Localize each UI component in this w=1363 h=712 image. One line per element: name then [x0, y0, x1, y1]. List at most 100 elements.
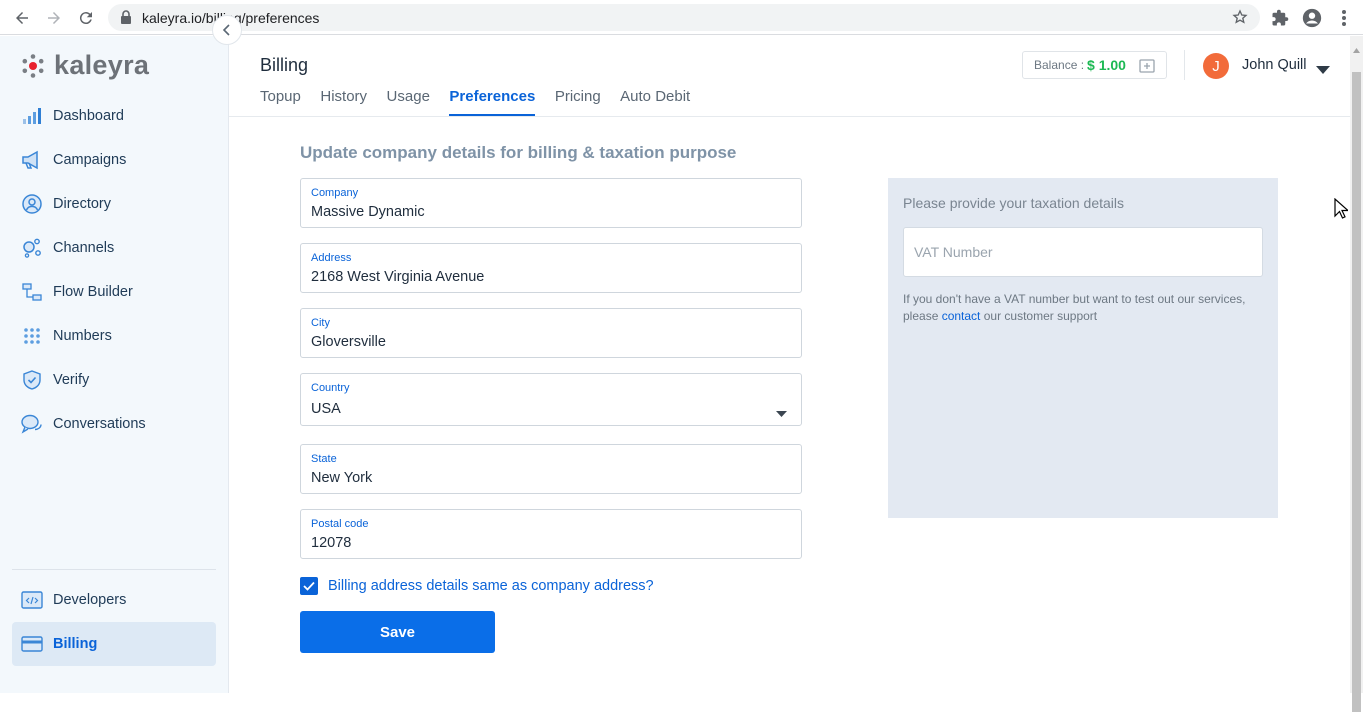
balance-widget[interactable]: Balance : $ 1.00 — [1022, 51, 1167, 79]
scroll-up-icon[interactable] — [1353, 40, 1360, 58]
address-label: Address — [311, 252, 352, 264]
sidebar: kaleyra Dashboard Campaigns Directory Ch… — [0, 36, 229, 693]
country-value[interactable]: USA — [311, 401, 341, 417]
sidebar-item-billing[interactable]: Billing — [12, 622, 216, 666]
billing-same-label[interactable]: Billing address details same as company … — [328, 578, 654, 594]
scrollbar-thumb[interactable] — [1352, 72, 1361, 712]
sidebar-nav: Dashboard Campaigns Directory Channels F… — [12, 94, 216, 446]
lock-icon[interactable] — [120, 10, 132, 29]
header-separator — [1184, 50, 1185, 80]
billing-same-row: Billing address details same as company … — [300, 577, 654, 595]
billing-tabs: Topup History Usage Preferences Pricing … — [260, 88, 710, 116]
tab-usage[interactable]: Usage — [387, 88, 430, 116]
sidebar-item-flow-builder[interactable]: Flow Builder — [12, 270, 216, 314]
tab-history[interactable]: History — [320, 88, 367, 116]
billing-same-checkbox[interactable] — [300, 577, 318, 595]
tab-auto-debit[interactable]: Auto Debit — [620, 88, 690, 116]
contact-link[interactable]: contact — [942, 309, 981, 323]
taxation-panel: Please provide your taxation details VAT… — [888, 178, 1278, 518]
kaleyra-logo-icon — [22, 53, 44, 78]
sidebar-item-conversations[interactable]: Conversations — [12, 402, 216, 446]
sidebar-item-label: Campaigns — [53, 152, 127, 168]
city-field[interactable]: City Gloversville — [300, 308, 802, 358]
sidebar-item-channels[interactable]: Channels — [12, 226, 216, 270]
address-value[interactable]: 2168 West Virginia Avenue — [311, 269, 484, 285]
star-icon[interactable] — [1232, 9, 1248, 30]
sidebar-item-label: Conversations — [53, 416, 146, 432]
section-title: Update company details for billing & tax… — [300, 143, 737, 162]
user-name[interactable]: John Quill — [1242, 57, 1306, 73]
chat-bubbles-icon — [21, 413, 43, 435]
company-field[interactable]: Company Massive Dynamic — [300, 178, 802, 228]
sidebar-item-label: Numbers — [53, 328, 112, 344]
tab-topup[interactable]: Topup — [260, 88, 301, 116]
collapse-sidebar-button[interactable] — [212, 15, 242, 45]
credit-card-icon — [21, 633, 43, 655]
chevron-left-icon — [222, 24, 230, 36]
header-divider — [229, 116, 1350, 117]
balance-label: Balance : — [1034, 58, 1085, 72]
sidebar-item-campaigns[interactable]: Campaigns — [12, 138, 216, 182]
sidebar-item-label: Directory — [53, 196, 112, 212]
sidebar-item-developers[interactable]: Developers — [12, 578, 216, 622]
flow-icon — [21, 281, 43, 303]
save-button[interactable]: Save — [300, 611, 495, 653]
page-scrollbar[interactable] — [1350, 36, 1363, 712]
sidebar-item-dashboard[interactable]: Dashboard — [12, 94, 216, 138]
sidebar-bottom-nav: Developers Billing — [12, 578, 216, 666]
logo-text: kaleyra — [54, 50, 150, 80]
country-select[interactable]: Country USA — [300, 373, 802, 426]
city-value[interactable]: Gloversville — [311, 334, 386, 350]
page-title: Billing — [260, 55, 309, 75]
mouse-cursor-icon — [1334, 197, 1350, 225]
forward-icon[interactable] — [42, 6, 66, 30]
extensions-icon[interactable] — [1269, 7, 1291, 29]
state-label: State — [311, 453, 337, 465]
company-label: Company — [311, 187, 359, 199]
sidebar-item-label: Billing — [53, 636, 98, 652]
city-label: City — [311, 317, 330, 329]
sidebar-item-label: Developers — [53, 592, 127, 608]
postal-code-label: Postal code — [311, 518, 369, 530]
tab-pricing[interactable]: Pricing — [555, 88, 601, 116]
country-label: Country — [311, 382, 350, 394]
avatar[interactable]: J — [1203, 53, 1229, 79]
dialpad-icon — [21, 325, 43, 347]
browser-toolbar: kaleyra.io/billing/preferences — [0, 0, 1363, 35]
company-value[interactable]: Massive Dynamic — [311, 204, 425, 220]
reload-icon[interactable] — [74, 6, 98, 30]
shield-check-icon — [21, 369, 43, 391]
sidebar-divider — [12, 569, 216, 570]
postal-code-value[interactable]: 12078 — [311, 535, 351, 551]
address-bar[interactable]: kaleyra.io/billing/preferences — [108, 4, 1260, 31]
chevron-down-icon[interactable] — [1316, 61, 1330, 79]
sidebar-item-label: Flow Builder — [53, 284, 133, 300]
balance-value: $ 1.00 — [1087, 57, 1126, 73]
bar-chart-icon — [21, 105, 43, 127]
back-icon[interactable] — [10, 6, 34, 30]
state-value[interactable]: New York — [311, 470, 372, 486]
address-field[interactable]: Address 2168 West Virginia Avenue — [300, 243, 802, 293]
sidebar-item-label: Verify — [53, 372, 90, 388]
sidebar-item-label: Channels — [53, 240, 115, 256]
profile-icon[interactable] — [1301, 7, 1323, 29]
taxation-note: If you don't have a VAT number but want … — [903, 291, 1263, 325]
megaphone-icon — [21, 149, 43, 171]
sidebar-item-directory[interactable]: Directory — [12, 182, 216, 226]
menu-icon[interactable] — [1333, 7, 1355, 29]
sidebar-item-numbers[interactable]: Numbers — [12, 314, 216, 358]
taxation-note-text-end: our customer support — [980, 309, 1098, 323]
tab-preferences[interactable]: Preferences — [449, 88, 536, 116]
kaleyra-logo[interactable]: kaleyra — [20, 50, 149, 81]
check-icon — [303, 581, 315, 591]
postal-code-field[interactable]: Postal code 12078 — [300, 509, 802, 559]
state-field[interactable]: State New York — [300, 444, 802, 494]
code-icon — [21, 589, 43, 611]
taxation-title: Please provide your taxation details — [903, 195, 1125, 211]
sidebar-item-label: Dashboard — [53, 108, 124, 124]
sidebar-item-verify[interactable]: Verify — [12, 358, 216, 402]
vat-number-input[interactable]: VAT Number — [903, 227, 1263, 277]
channels-icon — [21, 237, 43, 259]
dropdown-caret-icon[interactable] — [776, 404, 787, 422]
add-funds-icon[interactable] — [1138, 57, 1156, 80]
